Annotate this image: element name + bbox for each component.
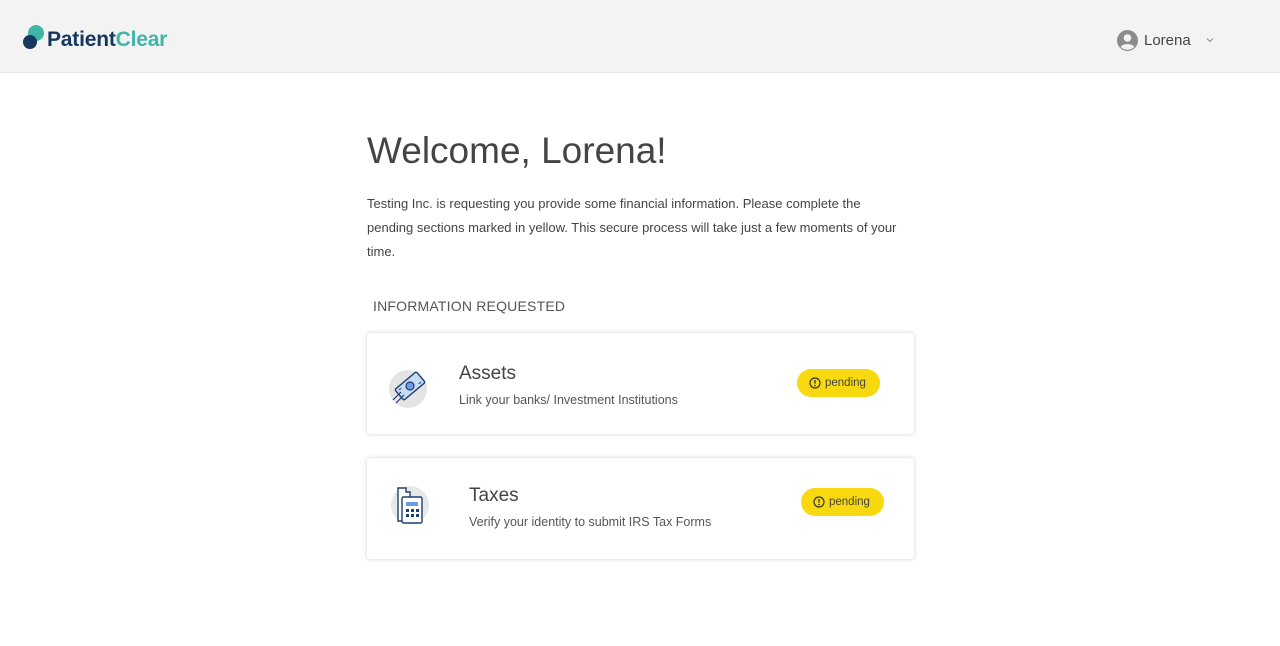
alert-circle-icon <box>809 377 821 389</box>
user-menu[interactable]: Lorena <box>1117 28 1215 52</box>
logo-mark-icon <box>23 25 45 51</box>
logo-text-clear: Clear <box>115 27 168 51</box>
tax-forms-icon <box>391 486 429 524</box>
logo-text-patient: Patient <box>47 27 116 51</box>
assets-card[interactable]: Assets Link your banks/ Investment Insti… <box>367 333 914 434</box>
alert-circle-icon <box>813 496 825 508</box>
page-title: Welcome, Lorena! <box>367 130 667 171</box>
taxes-status-text: pending <box>829 496 870 508</box>
taxes-title: Taxes <box>469 485 519 506</box>
assets-title: Assets <box>459 363 517 384</box>
money-bill-icon <box>389 370 427 408</box>
taxes-status-badge: pending <box>801 488 884 516</box>
taxes-card[interactable]: Taxes Verify your identity to submit IRS… <box>367 458 914 559</box>
assets-status-text: pending <box>825 377 866 389</box>
user-name: Lorena <box>1144 31 1191 49</box>
top-bar: PatientClear Lorena <box>0 0 1280 73</box>
assets-status-badge: pending <box>797 369 880 397</box>
chevron-down-icon[interactable] <box>1205 35 1215 45</box>
taxes-subtitle: Verify your identity to submit IRS Tax F… <box>469 515 712 529</box>
user-circle-icon <box>1117 29 1138 51</box>
intro-text: Testing Inc. is requesting you provide s… <box>367 196 897 259</box>
section-label: INFORMATION REQUESTED <box>373 298 566 314</box>
logo-text: PatientClear <box>47 25 167 55</box>
assets-subtitle: Link your banks/ Investment Institutions <box>459 393 678 407</box>
patientclear-logo[interactable]: PatientClear <box>23 23 167 53</box>
